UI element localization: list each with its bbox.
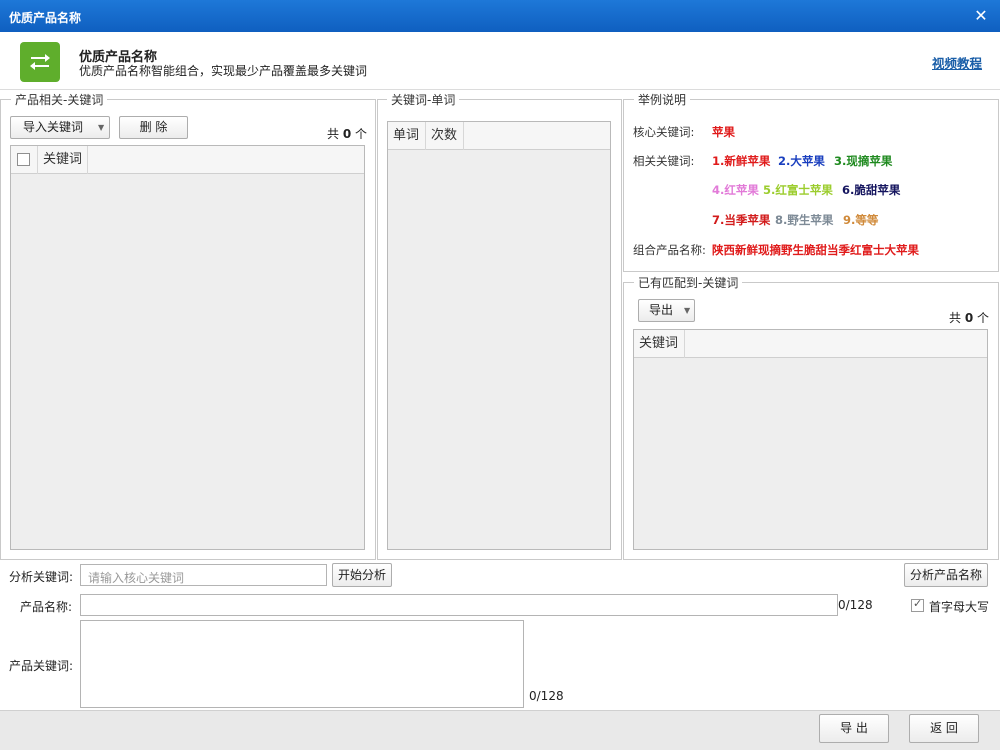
related-count: 共 0 个 <box>327 125 367 142</box>
matched-keywords-legend: 已有匹配到-关键词 <box>634 274 743 291</box>
related-keywords-table[interactable]: 关键词 <box>10 145 365 550</box>
matched-count-value: 0 <box>964 311 974 325</box>
product-keywords-counter: 0/128 <box>529 689 564 703</box>
example-item-9: 9.等等 <box>843 213 879 227</box>
matched-count-suffix: 个 <box>977 311 990 325</box>
capitalize-label[interactable]: 首字母大写 <box>929 598 989 615</box>
core-keyword-placeholder: 请输入核心关键词 <box>88 571 185 585</box>
related-table-header: 关键词 <box>11 146 364 174</box>
related-count-suffix: 个 <box>355 127 368 141</box>
example-legend: 举例说明 <box>634 91 691 108</box>
example-item-1: 1.新鲜苹果 <box>712 154 771 168</box>
chevron-down-icon: ▼ <box>98 123 105 132</box>
example-item-7: 7.当季苹果 <box>712 213 771 227</box>
core-keyword-value: 苹果 <box>712 125 735 139</box>
app-subtitle: 优质产品名称智能组合，实现最少产品覆盖最多关键词 <box>79 64 368 78</box>
combined-name-value: 陕西新鲜现摘野生脆甜当季红富士大苹果 <box>712 243 919 257</box>
related-keywords-legend: 产品相关-关键词 <box>11 91 108 108</box>
matched-keywords-table[interactable]: 关键词 <box>633 329 988 550</box>
example-item-5: 5.红富士苹果 <box>763 183 833 197</box>
example-item-3: 3.现摘苹果 <box>834 154 893 168</box>
start-analysis-label: 开始分析 <box>337 568 386 582</box>
product-keywords-label: 产品关键词: <box>9 659 74 673</box>
import-keywords-dropdown[interactable]: 导入关键词 ▼ <box>10 116 110 139</box>
related-keyword-label: 相关关键词: <box>633 154 695 168</box>
example-item-2: 2.大苹果 <box>778 154 825 168</box>
import-keywords-label: 导入关键词 <box>23 120 84 134</box>
export-matched-dropdown[interactable]: 导出 ▼ <box>638 299 695 322</box>
example-item-8: 8.野生苹果 <box>775 213 834 227</box>
product-keywords-textarea[interactable] <box>80 620 524 708</box>
product-name-counter: 0/128 <box>838 598 873 612</box>
matched-count: 共 0 个 <box>949 309 989 326</box>
product-name-label: 产品名称: <box>20 600 73 614</box>
start-analysis-button[interactable]: 开始分析 <box>332 563 392 587</box>
column-header-word[interactable]: 单词 <box>388 122 426 150</box>
export-matched-label: 导出 <box>649 303 674 317</box>
matched-count-prefix: 共 <box>949 311 962 325</box>
analyze-product-name-button[interactable]: 分析产品名称 <box>904 563 988 587</box>
export-label: 导 出 <box>840 721 868 735</box>
words-table[interactable]: 单词 次数 <box>387 121 611 550</box>
analyze-keyword-label: 分析关键词: <box>9 570 74 584</box>
example-item-6: 6.脆甜苹果 <box>842 183 901 197</box>
core-keyword-input[interactable]: 请输入核心关键词 <box>80 564 327 586</box>
select-all-cell <box>11 146 38 174</box>
words-table-header: 单词 次数 <box>388 122 610 150</box>
app-header: 优质产品名称 优质产品名称智能组合，实现最少产品覆盖最多关键词 视频教程 <box>0 32 1000 90</box>
window-titlebar: 优质产品名称 ✕ <box>0 0 1000 32</box>
combined-name-label: 组合产品名称: <box>633 243 706 257</box>
back-button[interactable]: 返 回 <box>909 714 979 743</box>
related-count-prefix: 共 <box>327 127 340 141</box>
export-button[interactable]: 导 出 <box>819 714 889 743</box>
delete-button[interactable]: 删 除 <box>119 116 188 139</box>
chevron-down-icon: ▼ <box>684 306 691 315</box>
analyze-product-name-label: 分析产品名称 <box>909 568 982 582</box>
select-all-checkbox[interactable] <box>17 153 30 166</box>
column-header-count[interactable]: 次数 <box>426 122 464 150</box>
video-tutorial-link[interactable]: 视频教程 <box>932 53 982 72</box>
delete-label: 删 除 <box>139 120 168 134</box>
back-label: 返 回 <box>930 721 958 735</box>
core-keyword-label: 核心关键词: <box>633 125 695 139</box>
check-icon: ✓ <box>913 597 923 610</box>
repeat-arrows-icon <box>20 42 60 82</box>
related-count-value: 0 <box>342 127 352 141</box>
keyword-words-legend: 关键词-单词 <box>387 91 460 108</box>
close-icon[interactable]: ✕ <box>972 6 990 26</box>
product-name-input[interactable] <box>80 594 838 616</box>
matched-table-header: 关键词 <box>634 330 987 358</box>
example-item-4: 4.红苹果 <box>712 183 759 197</box>
window-title: 优质产品名称 <box>9 11 82 25</box>
column-header-keyword[interactable]: 关键词 <box>38 146 88 174</box>
capitalize-checkbox[interactable]: ✓ <box>911 597 924 612</box>
column-header-keyword[interactable]: 关键词 <box>634 330 685 358</box>
